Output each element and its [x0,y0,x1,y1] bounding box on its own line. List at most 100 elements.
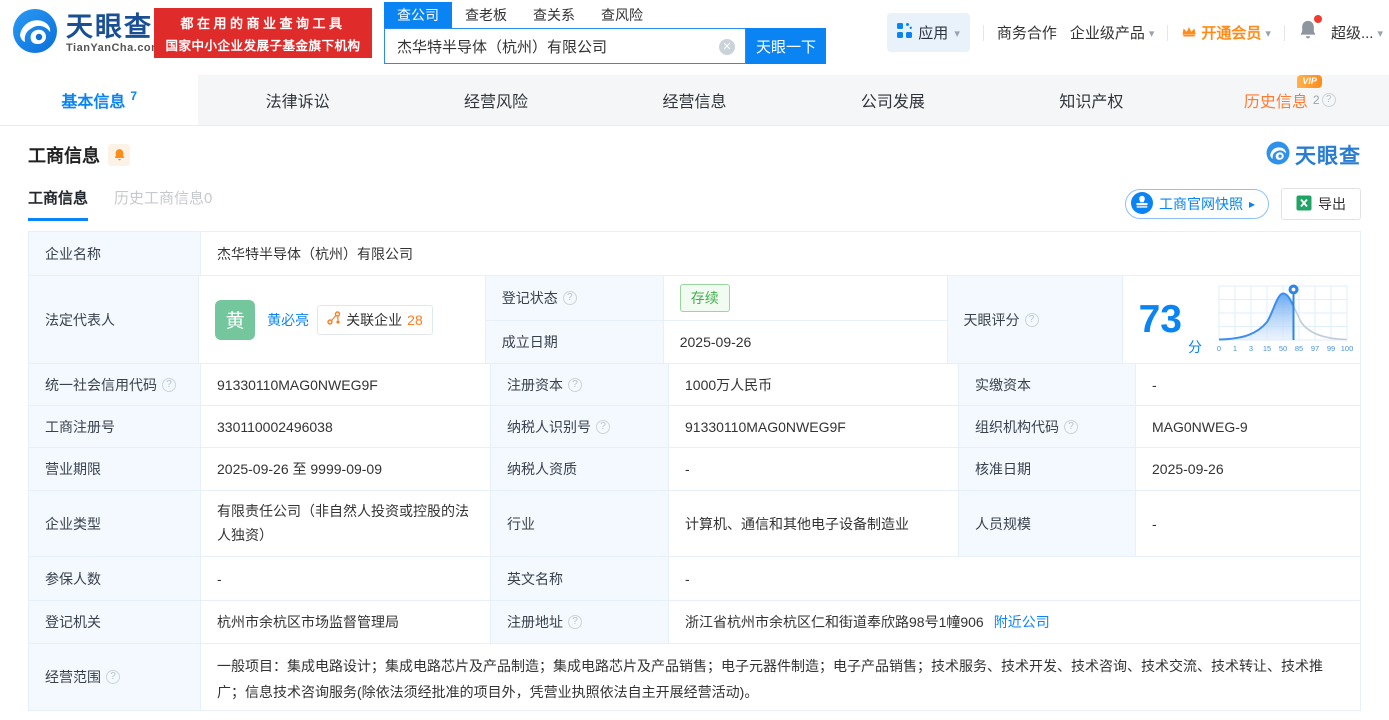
notification-dot [1313,15,1322,23]
help-icon[interactable] [1024,312,1039,327]
table-row: 统一社会信用代码 91330110MAG0NWEG9F 注册资本 1000万人民… [29,364,1360,406]
header-nav: 应用 商务合作 企业级产品 开通会员 [887,0,1383,65]
approval-date-value: 2025-09-26 [1136,448,1360,490]
help-icon[interactable] [568,615,582,629]
account-menu[interactable]: 超级... [1331,22,1383,43]
paid-capital-value: - [1136,364,1360,405]
score-label: 天眼评分 [963,311,1020,328]
nearby-companies-link[interactable]: 附近公司 [994,612,1050,632]
org-code-label-cell: 组织机构代码 [959,406,1136,447]
search-tab-boss[interactable]: 查老板 [452,2,520,28]
search-tab-relation[interactable]: 查关系 [520,2,588,28]
business-scope-label: 经营范围 [45,669,101,685]
svg-text:1: 1 [1233,344,1237,353]
org-code-value: MAG0NWEG-9 [1136,406,1360,447]
banner-line1: 都在用的商业查询工具 [180,15,346,31]
score-unit: 分 [1188,339,1202,355]
export-button[interactable]: 导出 [1281,188,1361,220]
subtab-history-business-info[interactable]: 历史工商信息0 [114,187,212,221]
help-icon[interactable] [568,377,582,392]
table-row: 经营范围 一般项目：集成电路设计；集成电路芯片及产品制造；集成电路芯片及产品销售… [29,644,1360,710]
business-coop-link[interactable]: 商务合作 [997,22,1057,43]
company-type-label: 企业类型 [29,491,201,556]
help-icon[interactable] [1064,419,1078,434]
svg-text:50: 50 [1279,344,1287,353]
reg-capital-label: 注册资本 [507,376,563,393]
tab-basic-info[interactable]: 基本信息 7 [0,75,199,125]
tab-operation-risk[interactable]: 经营风险 [397,75,595,125]
search-input[interactable] [385,29,745,63]
company-type-value: 有限责任公司（非自然人投资或控股的法人独资） [201,491,491,556]
org-code-label: 组织机构代码 [975,418,1059,435]
legal-rep-link[interactable]: 黄必亮 [267,310,309,330]
notifications-bell-icon[interactable] [1298,15,1322,46]
enterprise-products-label: 企业级产品 [1069,25,1145,42]
table-row: 参保人数 - 英文名称 - [29,557,1360,601]
business-info-table: 企业名称 杰华特半导体（杭州）有限公司 法定代表人 黄 黄必亮 关联企业 28 [28,231,1361,711]
related-companies-count: 28 [407,311,423,328]
taxpayer-id-label: 纳税人识别号 [507,418,591,435]
tab-legal-lawsuits[interactable]: 法律诉讼 [198,75,396,125]
tianyancha-logo-icon [12,8,58,59]
clear-search-icon[interactable] [719,39,735,55]
tab-history-info[interactable]: 历史信息 VIP 2 [1191,75,1389,125]
tab-operation-info[interactable]: 经营信息 [595,75,793,125]
subscribe-bell-icon[interactable] [108,144,130,166]
tab-company-development[interactable]: 公司发展 [794,75,992,125]
staff-size-value: - [1136,491,1360,556]
enterprise-products-menu[interactable]: 企业级产品 [1070,22,1155,43]
paid-capital-label: 实缴资本 [959,364,1136,405]
help-icon[interactable] [162,377,176,392]
business-scope-value: 一般项目：集成电路设计；集成电路芯片及产品制造；集成电路芯片及产品销售；电子元器… [201,644,1360,710]
credit-code-label-cell: 统一社会信用代码 [29,364,201,405]
reg-authority-label: 登记机关 [29,601,201,643]
apps-menu[interactable]: 应用 [887,13,970,52]
reg-status-cell: 存续 [663,276,947,320]
account-label: 超级... [1330,25,1374,42]
svg-text:3: 3 [1249,344,1253,353]
chevron-down-icon [1149,24,1155,41]
table-row: 营业期限 2025-09-26 至 9999-09-09 纳税人资质 - 核准日… [29,448,1360,491]
credit-code-value: 91330110MAG0NWEG9F [201,364,491,405]
help-icon[interactable] [106,670,120,684]
table-row: 工商注册号 330110002496038 纳税人识别号 91330110MAG… [29,406,1360,448]
related-companies-badge[interactable]: 关联企业 28 [317,304,433,335]
svg-text:0: 0 [1217,344,1221,353]
reg-number-value: 330110002496038 [201,406,491,447]
approval-date-label: 核准日期 [959,448,1136,490]
avatar[interactable]: 黄 [215,299,256,340]
svg-text:97: 97 [1311,344,1319,353]
search-tab-risk[interactable]: 查风险 [588,2,656,28]
logo-brand-text: 天眼查 [66,12,153,43]
taxpayer-id-label-cell: 纳税人识别号 [491,406,669,447]
business-term-label: 营业期限 [29,448,201,490]
staff-size-label: 人员规模 [959,491,1136,556]
search-button[interactable]: 天眼一下 [746,28,826,64]
tab-history-info-count: 2 [1312,93,1320,107]
tianyancha-company-page: 天眼查 TianYanCha.com 都在用的商业查询工具 国家中小企业发展子基… [0,0,1389,720]
subtab-business-info[interactable]: 工商信息 [28,187,89,221]
chevron-down-icon [1377,24,1383,41]
credit-code-label: 统一社会信用代码 [45,376,157,393]
official-snapshot-button[interactable]: 工商官网快照 [1124,189,1269,219]
tianyancha-watermark-icon [1266,141,1290,170]
search-tab-company[interactable]: 查公司 [384,2,452,28]
open-membership-menu[interactable]: 开通会员 [1181,22,1271,43]
top-header: 天眼查 TianYanCha.com 都在用的商业查询工具 国家中小企业发展子基… [0,0,1389,65]
promo-banner: 都在用的商业查询工具 国家中小企业发展子基金旗下机构 [154,8,372,58]
divider [1283,24,1285,41]
reg-number-label: 工商注册号 [29,406,201,447]
site-logo[interactable]: 天眼查 TianYanCha.com [12,8,161,59]
reg-status-label: 登记状态 [501,289,558,306]
tab-intellectual-property[interactable]: 知识产权 [992,75,1190,125]
crown-icon [1181,24,1197,42]
industry-value: 计算机、通信和其他电子设备制造业 [669,491,959,556]
table-row: 企业类型 有限责任公司（非自然人投资或控股的法人独资） 行业 计算机、通信和其他… [29,491,1360,557]
help-icon[interactable] [1321,93,1336,107]
legal-rep-label: 法定代表人 [29,276,200,363]
score-cell: 73 分 0 1 3 15 50 85 97 99 100 [1122,276,1360,363]
help-icon[interactable] [596,419,610,434]
logo-domain-text: TianYanCha.com [66,41,162,54]
help-icon[interactable] [562,290,577,305]
english-name-value: - [669,557,1360,600]
